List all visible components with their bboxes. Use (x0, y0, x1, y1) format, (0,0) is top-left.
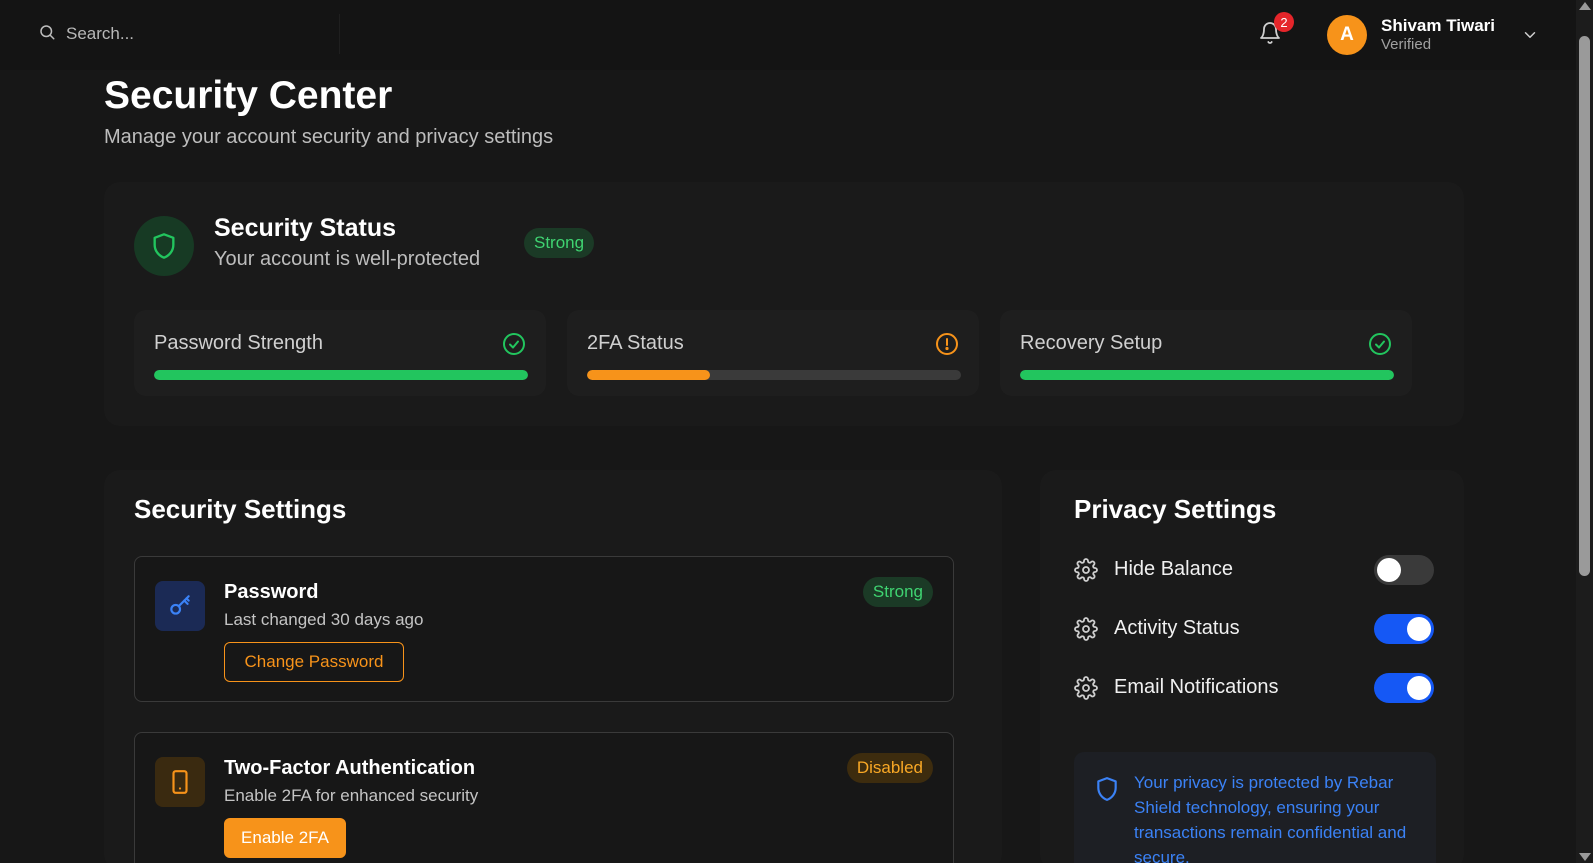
scroll-up-arrow-icon[interactable] (1579, 2, 1591, 10)
setting-description: Enable 2FA for enhanced security (224, 786, 479, 805)
page-title: Security Center (104, 74, 393, 117)
privacy-settings-card: Privacy Settings Hide Balance Activity S… (1040, 470, 1464, 863)
privacy-row-hide-balance: Hide Balance (1074, 555, 1434, 585)
setting-two-factor: Two-Factor Authentication Enable 2FA for… (134, 732, 954, 863)
search-icon (38, 23, 56, 46)
key-icon (155, 581, 205, 631)
security-status-card: Security Status Your account is well-pro… (104, 182, 1464, 426)
notification-count-badge: 2 (1274, 12, 1294, 32)
privacy-settings-title: Privacy Settings (1074, 494, 1277, 524)
setting-description: Last changed 30 days ago (224, 610, 424, 629)
page-subtitle: Manage your account security and privacy… (104, 126, 554, 148)
avatar: A (1327, 15, 1367, 55)
security-settings-card: Security Settings Password Last changed … (104, 470, 1002, 863)
setting-password: Password Last changed 30 days ago Strong… (134, 556, 954, 702)
privacy-notice-text: Your privacy is protected by Rebar Shiel… (1134, 773, 1407, 863)
setting-title: Password (224, 581, 319, 603)
enable-2fa-button[interactable]: Enable 2FA (224, 818, 346, 858)
privacy-label: Email Notifications (1114, 676, 1279, 698)
setting-title: Two-Factor Authentication (224, 757, 476, 779)
metric-label: Recovery Setup (1020, 332, 1163, 354)
alert-circle-icon (935, 332, 959, 356)
progress-fill (587, 370, 711, 380)
scroll-down-arrow-icon[interactable] (1579, 853, 1591, 861)
metric-label: Password Strength (154, 332, 323, 354)
security-status-title: Security Status (214, 214, 397, 242)
progress-fill (154, 370, 528, 380)
shield-icon (1097, 777, 1117, 801)
chevron-down-icon[interactable] (1521, 26, 1539, 44)
hide-balance-toggle[interactable] (1374, 555, 1434, 585)
password-strength-badge: Strong (862, 577, 933, 607)
toggle-knob (1377, 558, 1401, 582)
activity-status-toggle[interactable] (1374, 614, 1434, 644)
gear-icon (1074, 617, 1098, 641)
toggle-knob (1407, 676, 1431, 700)
progress-bar (154, 370, 528, 380)
security-status-subtitle: Your account is well-protected (214, 248, 481, 270)
progress-fill (1020, 370, 1394, 380)
user-verified-status: Verified (1381, 36, 1432, 54)
security-settings-title: Security Settings (134, 494, 347, 524)
search-input[interactable]: Search... (66, 24, 134, 44)
change-password-button[interactable]: Change Password (224, 642, 404, 682)
privacy-row-activity-status: Activity Status (1074, 614, 1434, 644)
user-menu[interactable]: A Shivam Tiwari Verified (1327, 14, 1539, 56)
toggle-knob (1407, 617, 1431, 641)
progress-bar (587, 370, 961, 380)
shield-icon (134, 216, 194, 276)
scrollbar[interactable] (1576, 0, 1593, 863)
privacy-row-email-notifications: Email Notifications (1074, 673, 1434, 703)
check-circle-icon (502, 332, 526, 356)
progress-bar (1020, 370, 1394, 380)
two-factor-status-badge: Disabled (846, 753, 933, 783)
gear-icon (1074, 676, 1098, 700)
top-bar: Search... 2 A Shivam Tiwari Verified (0, 0, 1576, 70)
metric-recovery-setup: Recovery Setup (1000, 310, 1412, 396)
check-circle-icon (1368, 332, 1392, 356)
privacy-label: Hide Balance (1114, 558, 1233, 580)
metric-2fa-status: 2FA Status (567, 310, 979, 396)
metric-password-strength: Password Strength (134, 310, 546, 396)
security-status-badge: Strong (524, 228, 595, 258)
scrollbar-thumb[interactable] (1579, 36, 1590, 576)
privacy-notice: Your privacy is protected by Rebar Shiel… (1074, 752, 1436, 863)
email-notifications-toggle[interactable] (1374, 673, 1434, 703)
search-bar[interactable]: Search... (28, 14, 340, 54)
smartphone-icon (155, 757, 205, 807)
user-name: Shivam Tiwari (1381, 15, 1496, 35)
privacy-label: Activity Status (1114, 617, 1240, 639)
metric-label: 2FA Status (587, 332, 684, 354)
gear-icon (1074, 558, 1098, 582)
